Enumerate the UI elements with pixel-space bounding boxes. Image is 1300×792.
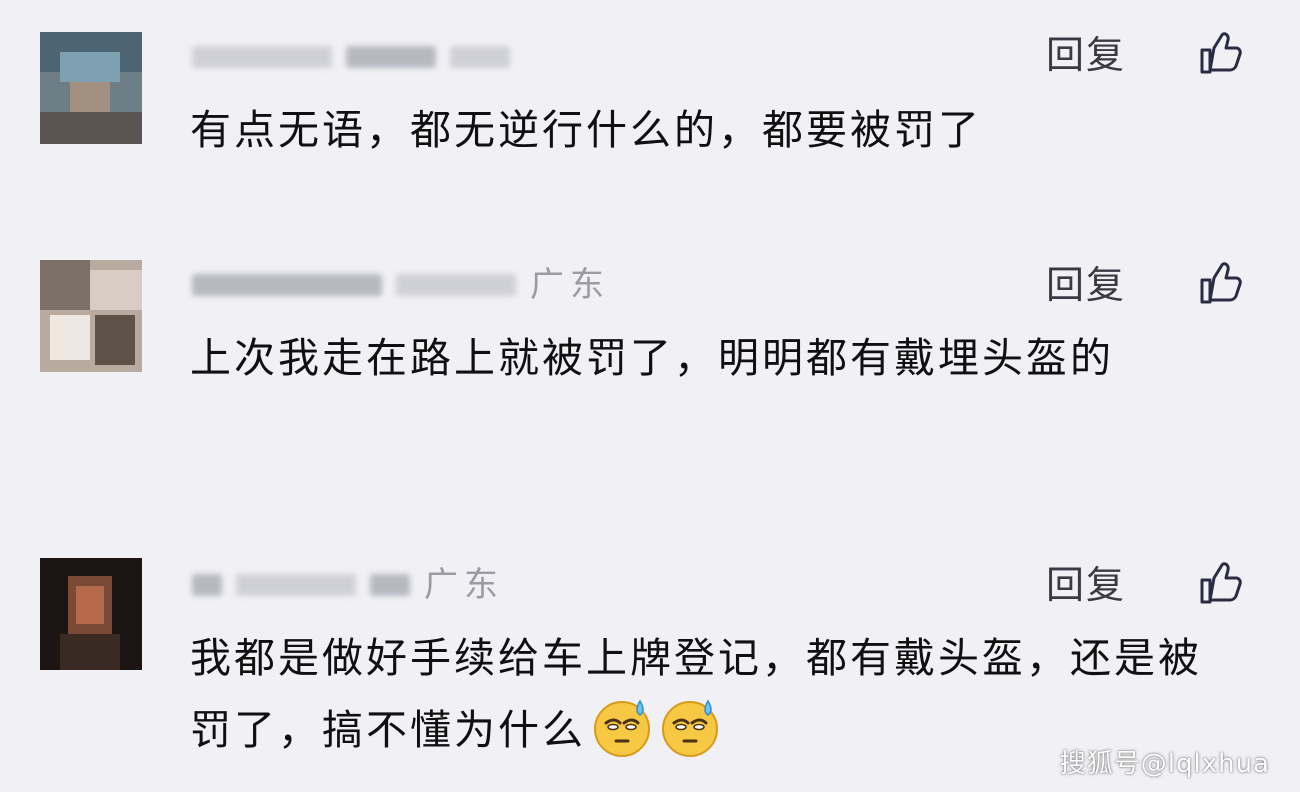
thumbs-up-icon[interactable] bbox=[1196, 30, 1244, 78]
username[interactable] bbox=[192, 42, 524, 72]
comment-text: 上次我走在路上就被罚了，明明都有戴埋头盔的 bbox=[190, 334, 1114, 382]
thumbs-up-icon[interactable] bbox=[1196, 560, 1244, 608]
watermark: 搜狐号@lqlxhua bbox=[1059, 749, 1270, 779]
comment-text: 有点无语，都无逆行什么的，都要被罚了 bbox=[190, 106, 982, 154]
thumbs-up-icon[interactable] bbox=[1196, 260, 1244, 308]
avatar[interactable] bbox=[40, 32, 142, 144]
avatar[interactable] bbox=[40, 260, 142, 372]
sweat-smile-emoji-icon bbox=[594, 699, 650, 757]
reply-button[interactable]: 回复 bbox=[1046, 562, 1126, 608]
reply-button[interactable]: 回复 bbox=[1046, 262, 1126, 308]
username[interactable]: 广东 bbox=[192, 265, 610, 305]
username[interactable]: 广东 bbox=[192, 565, 504, 605]
sweat-smile-emoji-icon bbox=[662, 699, 718, 757]
location-label: 广东 bbox=[424, 565, 504, 605]
reply-button[interactable]: 回复 bbox=[1046, 32, 1126, 78]
avatar[interactable] bbox=[40, 558, 142, 670]
location-label: 广东 bbox=[530, 265, 610, 305]
